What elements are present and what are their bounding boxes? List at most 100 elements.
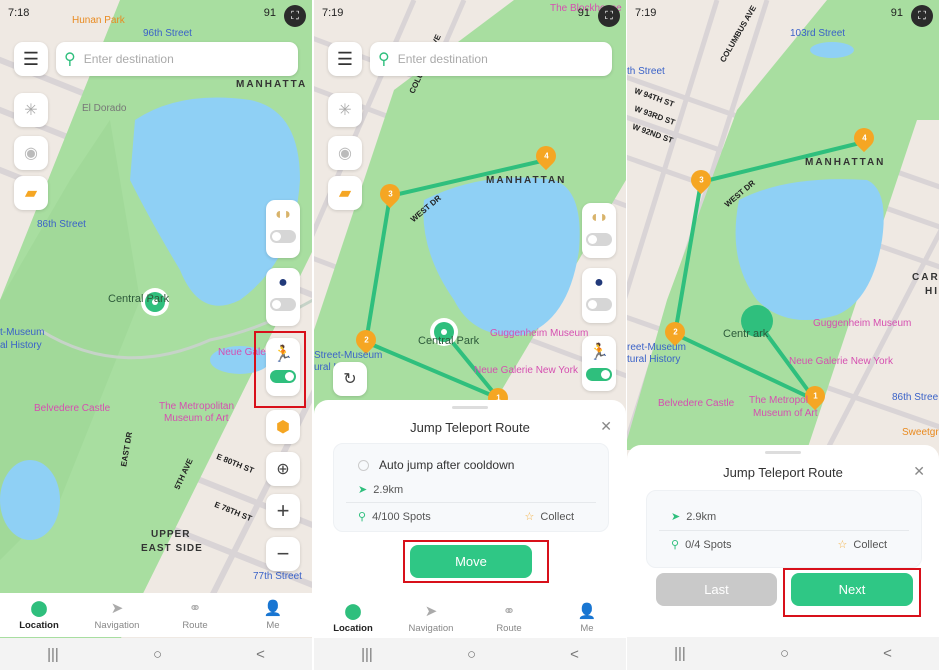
pokeball-button[interactable]: ◉ (14, 136, 48, 170)
map-label: 77th Street (253, 571, 302, 582)
navigation-arrow-icon: ➤ (358, 484, 368, 496)
home-button[interactable]: ○ (780, 645, 789, 662)
screenshot-icon[interactable]: ⛶ (911, 5, 933, 27)
tab-me[interactable]: 👤 Me (552, 602, 622, 634)
sheet-title: Jump Teleport Route (410, 420, 530, 435)
back-button[interactable]: < (883, 645, 892, 662)
tab-me[interactable]: 👤 Me (238, 599, 308, 631)
map-label: The Metropol (749, 395, 808, 406)
tab-navigation[interactable]: ➤ Navigation (82, 599, 152, 631)
system-nav-bar: ||| ○ < (0, 638, 312, 670)
map-label: Museum of Art (753, 408, 818, 419)
jump-teleport-sheet: Jump Teleport Route ✕ ➤ 2.9km ⚲ 0/4 Spots … (627, 445, 939, 640)
gamepad-toggle[interactable] (586, 233, 612, 246)
search-input[interactable]: ⚲ Enter destination (370, 42, 612, 76)
route-icon: ⚭ (188, 600, 202, 617)
hexagon-button[interactable]: ⬢ (266, 410, 300, 444)
zoom-out-icon: − (276, 541, 290, 566)
screenshot-icon[interactable]: ⛶ (284, 5, 306, 27)
route-info-card: ➤ 2.9km ⚲ 0/4 Spots ☆ Collect (646, 490, 922, 568)
screenshot-icon[interactable]: ⛶ (598, 5, 620, 27)
map-label: Guggenheim Museum (490, 328, 589, 339)
undo-button[interactable]: ↻ (333, 362, 367, 396)
map-label: Guggenheim Museum (813, 318, 912, 329)
menu-button[interactable]: ☰ (328, 42, 362, 76)
zoom-out-button[interactable]: − (266, 537, 300, 571)
map-label: t-Museum (0, 327, 45, 338)
sheet-handle[interactable] (765, 451, 801, 454)
map-label: Central Park (418, 335, 480, 347)
folder-button[interactable]: ▰ (14, 176, 48, 210)
person-icon: 👤 (263, 600, 283, 617)
joystick-button[interactable]: ✳ (328, 93, 362, 127)
joystick-icon: ✳ (338, 102, 352, 119)
star-icon: ☆ (837, 539, 848, 551)
distance-value: 2.9km (686, 510, 717, 523)
tab-navigation[interactable]: ➤ Navigation (396, 602, 466, 634)
zoom-in-button[interactable]: + (266, 494, 300, 528)
location-pin-icon: ⬤ (344, 603, 362, 620)
pokeball-icon: ◉ (24, 145, 38, 162)
map-label: CARN (912, 272, 939, 283)
radio-icon (358, 459, 369, 471)
recents-button[interactable]: ||| (674, 645, 686, 662)
tab-label: Navigation (94, 620, 140, 631)
search-icon: ⚲ (64, 51, 76, 68)
refresh-icon: ↻ (343, 371, 357, 388)
screen-location: Hunan Park 96th Street MANHATTA El Dorad… (0, 0, 312, 670)
recents-button[interactable]: ||| (47, 646, 59, 663)
tab-route[interactable]: ⚭ Route (474, 602, 544, 634)
tab-label: Me (580, 623, 594, 634)
map-label: MANHATTAN (805, 157, 886, 168)
collect-button[interactable]: ☆ Collect (837, 538, 888, 552)
map-label: Neue Galerie New York (789, 356, 893, 367)
map-label: Neue Galerie New York (474, 365, 578, 376)
hamburger-icon: ☰ (22, 48, 40, 69)
tab-location[interactable]: ⬤ Location (318, 602, 388, 634)
tab-bar: ⬤ Location ➤ Navigation ⚭ Route 👤 Me (0, 593, 312, 637)
gamepad-toggle[interactable] (270, 230, 296, 243)
joystick-toggle-card: ● (266, 268, 300, 326)
status-battery: 91 (890, 7, 903, 19)
close-icon[interactable]: ✕ (913, 463, 925, 480)
back-button[interactable]: < (570, 646, 579, 663)
home-button[interactable]: ○ (467, 646, 476, 663)
map-label: Belvedere Castle (658, 398, 735, 409)
tab-bar: ⬤ Location ➤ Navigation ⚭ Route 👤 Me (314, 596, 626, 640)
navigation-arrow-icon: ➤ (424, 603, 438, 620)
divider (346, 502, 596, 503)
jump-teleport-toggle[interactable] (586, 368, 612, 381)
joystick-toggle[interactable] (270, 298, 296, 311)
auto-jump-option[interactable]: Auto jump after cooldown (358, 458, 514, 472)
pokeball-button[interactable]: ◉ (328, 136, 362, 170)
map-label: 86th Stree (892, 392, 939, 403)
hexagon-icon: ⬢ (276, 419, 290, 436)
folder-button[interactable]: ▰ (328, 176, 362, 210)
tab-label: Location (19, 620, 59, 631)
joystick-toggle[interactable] (586, 298, 612, 311)
home-button[interactable]: ○ (153, 646, 162, 663)
map-label: Sweetgr (902, 427, 939, 438)
system-nav-bar: ||| ○ < (314, 638, 626, 670)
map-label: Central Park (108, 293, 170, 305)
map-label: 86th Street (37, 219, 86, 230)
map-label: MANHATTA (236, 79, 308, 90)
menu-button[interactable]: ☰ (14, 42, 48, 76)
jump-teleport-sheet: Jump Teleport Route ✕ Auto jump after co… (314, 400, 626, 600)
locate-button[interactable]: ⊕ (266, 452, 300, 486)
tab-location[interactable]: ⬤ Location (4, 599, 74, 631)
search-input[interactable]: ⚲ Enter destination (56, 42, 298, 76)
close-icon[interactable]: ✕ (600, 418, 612, 435)
back-button[interactable]: < (256, 646, 265, 663)
last-button[interactable]: Last (656, 573, 777, 606)
collect-button[interactable]: ☆ Collect (525, 510, 575, 524)
recents-button[interactable]: ||| (361, 646, 373, 663)
sheet-handle[interactable] (452, 406, 488, 409)
tab-route[interactable]: ⚭ Route (160, 599, 230, 631)
highlight-box (254, 331, 306, 408)
status-battery: 91 (577, 7, 590, 19)
joystick-button[interactable]: ✳ (14, 93, 48, 127)
folder-icon: ▰ (338, 185, 352, 202)
map-label: tural History (627, 354, 681, 365)
locate-icon: ⊕ (276, 461, 290, 478)
